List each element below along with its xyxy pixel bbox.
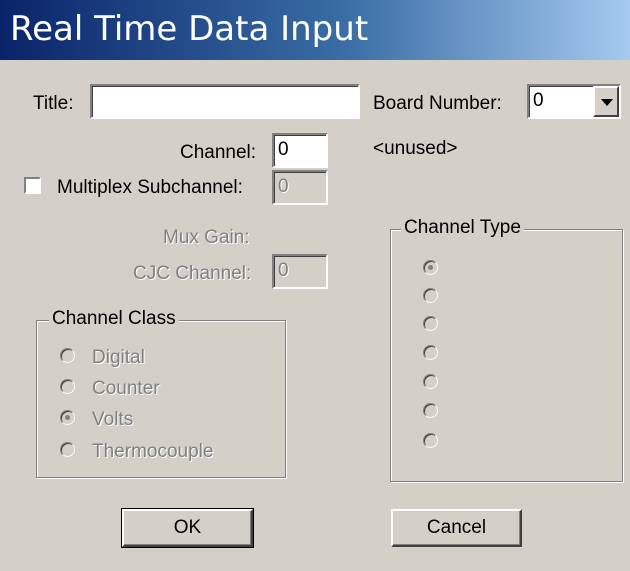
chevron-down-icon[interactable] (593, 86, 619, 117)
channel-label: Channel: (180, 142, 257, 163)
channel-type-legend: Channel Type (401, 217, 524, 239)
channel-type-radio-5[interactable] (423, 374, 438, 389)
channel-class-radio-thermocouple[interactable] (60, 442, 75, 457)
channel-class-option-volts: Volts (92, 409, 134, 430)
channel-type-radio-1[interactable] (423, 260, 438, 275)
board-number-value: 0 (533, 90, 544, 111)
channel-type-radio-6[interactable] (423, 403, 438, 418)
channel-type-radio-2[interactable] (423, 288, 438, 303)
multiplex-subchannel-input[interactable]: 0 (272, 170, 328, 205)
mux-gain-label: Mux Gain: (163, 227, 250, 248)
board-number-select[interactable]: 0 (527, 84, 621, 119)
channel-status: <unused> (373, 138, 458, 159)
multiplex-checkbox[interactable] (24, 177, 41, 194)
ok-button[interactable]: OK (121, 508, 254, 548)
channel-class-radio-counter[interactable] (60, 379, 75, 394)
cjc-channel-label: CJC Channel: (133, 263, 252, 284)
multiplex-subchannel-value: 0 (278, 176, 289, 197)
channel-input-value: 0 (278, 139, 289, 160)
channel-class-option-digital: Digital (92, 347, 145, 368)
channel-input[interactable]: 0 (272, 133, 328, 168)
channel-class-option-counter: Counter (92, 378, 160, 399)
channel-class-option-thermocouple: Thermocouple (92, 441, 214, 462)
window-title: Real Time Data Input (10, 9, 369, 49)
title-input[interactable] (90, 84, 360, 119)
cjc-channel-value: 0 (278, 260, 289, 281)
channel-class-radio-volts[interactable] (60, 410, 75, 425)
cjc-channel-input[interactable]: 0 (272, 254, 328, 289)
board-number-label: Board Number: (373, 93, 502, 114)
channel-type-radio-7[interactable] (423, 433, 438, 448)
channel-type-radio-3[interactable] (423, 316, 438, 331)
channel-type-radio-4[interactable] (423, 345, 438, 360)
title-label: Title: (33, 93, 74, 114)
channel-class-legend: Channel Class (49, 308, 179, 330)
cancel-button[interactable]: Cancel (391, 509, 522, 547)
channel-class-radio-digital[interactable] (60, 348, 75, 363)
title-bar[interactable]: Real Time Data Input (0, 0, 630, 60)
multiplex-label: Multiplex Subchannel: (57, 177, 243, 198)
